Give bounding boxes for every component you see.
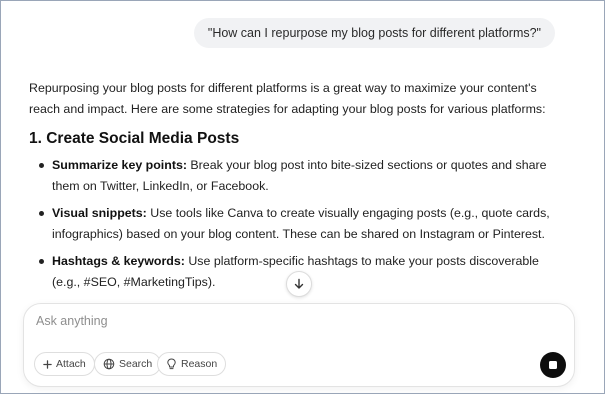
user-message-bubble: "How can I repurpose my blog posts for d… xyxy=(193,18,555,48)
bullet-dot xyxy=(39,211,44,216)
stop-icon xyxy=(549,361,557,369)
search-button[interactable]: Search xyxy=(94,352,162,376)
bullet-term: Visual snippets: xyxy=(52,206,147,220)
response-intro: Repurposing your blog posts for differen… xyxy=(29,81,546,116)
attach-button[interactable]: Attach xyxy=(34,352,95,376)
chat-window: "How can I repurpose my blog posts for d… xyxy=(0,0,605,394)
bullet-dot xyxy=(39,163,44,168)
stop-generating-button[interactable] xyxy=(540,352,566,378)
message-composer: Attach Search Reason xyxy=(23,303,575,387)
bullet-term: Hashtags & keywords: xyxy=(52,254,185,268)
reason-label: Reason xyxy=(181,358,218,370)
list-item: Visual snippets: Use tools like Canva to… xyxy=(39,203,569,245)
scroll-to-bottom-button[interactable] xyxy=(286,271,312,297)
ask-input[interactable] xyxy=(36,314,516,328)
arrow-down-icon xyxy=(294,278,304,289)
reason-button[interactable]: Reason xyxy=(157,352,227,376)
bullet-dot xyxy=(39,259,44,264)
bullet-term: Summarize key points: xyxy=(52,158,187,172)
section-heading: 1. Create Social Media Posts xyxy=(29,130,240,147)
list-item: Summarize key points: Break your blog po… xyxy=(39,155,569,197)
lightbulb-icon xyxy=(167,358,176,370)
search-label: Search xyxy=(119,358,153,370)
globe-icon xyxy=(103,358,115,370)
plus-icon xyxy=(43,359,52,369)
assistant-response: Repurposing your blog posts for differen… xyxy=(29,78,569,299)
attach-label: Attach xyxy=(56,358,86,370)
